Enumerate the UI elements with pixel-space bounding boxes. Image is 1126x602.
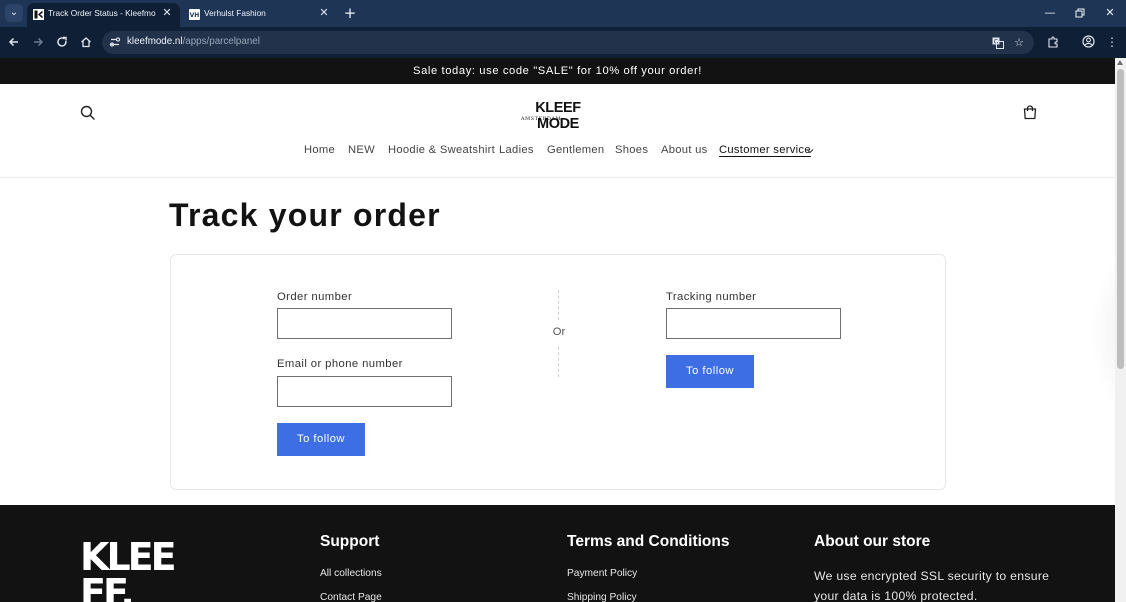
nav-home[interactable]: Home xyxy=(304,144,335,156)
track-by-tracking-button[interactable]: To follow xyxy=(666,355,754,388)
url-path: /apps/parcelpanel xyxy=(182,36,260,47)
email-phone-label: Email or phone number xyxy=(277,358,403,370)
track-order-card: Order number Email or phone number To fo… xyxy=(170,254,946,490)
site-logo-subtitle: AMSTERDAM xyxy=(520,116,562,122)
tab-title: Track Order Status - Kleefmode xyxy=(48,8,156,18)
browser-tab-strip: ⌄ Track Order Status - Kleefmode ✕ VH Ve… xyxy=(0,0,1126,27)
browser-toolbar: kleefmode.nl/apps/parcelpanel G ☆ ⋮ xyxy=(0,27,1126,58)
puzzle-icon[interactable] xyxy=(1045,34,1061,50)
separator-line-top xyxy=(558,290,559,320)
restore-icon[interactable] xyxy=(1072,5,1088,21)
tab-verhulst[interactable]: VH Verhulst Fashion ✕ xyxy=(183,3,337,27)
nav-ladies[interactable]: Ladies xyxy=(499,144,534,156)
announcement-bar: Sale today: use code "SALE" for 10% off … xyxy=(0,58,1115,84)
search-icon[interactable] xyxy=(80,105,96,121)
order-number-label: Order number xyxy=(277,291,353,303)
nav-new[interactable]: NEW xyxy=(348,144,375,156)
url-text: kleefmode.nl/apps/parcelpanel xyxy=(127,36,260,47)
cart-icon[interactable] xyxy=(1022,104,1038,120)
url-domain: kleefmode.nl xyxy=(127,36,183,47)
main-nav: Home NEW Hoodie & Sweatshirt Ladies Gent… xyxy=(0,144,1115,160)
star-icon[interactable]: ☆ xyxy=(1012,36,1026,50)
footer-heading-about-store: About our store xyxy=(814,533,931,550)
tab-track-order[interactable]: Track Order Status - Kleefmode ✕ xyxy=(27,3,180,27)
nav-shoes[interactable]: Shoes xyxy=(615,144,648,156)
page-scrollbar[interactable] xyxy=(1115,58,1126,602)
footer-link-shipping-policy[interactable]: Shipping Policy xyxy=(567,592,637,602)
tab-search-chevron-down-icon[interactable]: ⌄ xyxy=(5,4,23,22)
email-phone-input[interactable] xyxy=(277,376,452,407)
footer-heading-support: Support xyxy=(320,533,380,550)
footer-link-contact-page[interactable]: Contact Page xyxy=(320,592,382,602)
or-separator: Or xyxy=(552,326,566,338)
verhulst-favicon-icon: VH xyxy=(189,9,200,20)
reload-icon[interactable] xyxy=(54,34,70,50)
close-icon[interactable]: ✕ xyxy=(317,6,331,20)
footer-logo[interactable]: KLEE FF. xyxy=(80,538,177,602)
footer-heading-terms: Terms and Conditions xyxy=(567,533,730,550)
back-arrow-icon[interactable] xyxy=(6,34,22,50)
scrollbar-thumb[interactable] xyxy=(1117,69,1124,369)
tab-title: Verhulst Fashion xyxy=(204,8,266,18)
minimize-icon[interactable]: — xyxy=(1042,5,1058,21)
svg-text:VH: VH xyxy=(190,12,200,19)
side-shadow xyxy=(1090,238,1115,428)
translate-icon[interactable]: G xyxy=(991,36,1005,50)
window-close-icon[interactable]: ✕ xyxy=(1102,5,1118,21)
address-bar[interactable]: kleefmode.nl/apps/parcelpanel G ☆ xyxy=(102,31,1034,54)
forward-arrow-icon[interactable] xyxy=(30,34,46,50)
page-title: Track your order xyxy=(169,197,441,233)
home-icon[interactable] xyxy=(78,34,94,50)
new-tab-plus-icon[interactable]: + xyxy=(342,5,358,21)
kleefmode-favicon-icon xyxy=(33,9,44,20)
tracking-number-input[interactable] xyxy=(666,308,841,339)
web-page: Sale today: use code "SALE" for 10% off … xyxy=(0,58,1115,602)
footer-about-text: We use encrypted SSL security to ensure … xyxy=(814,569,1050,602)
chevron-down-icon[interactable] xyxy=(806,147,814,155)
nav-hoodie-sweatshirt[interactable]: Hoodie & Sweatshirt xyxy=(388,144,495,156)
nav-gentlemen[interactable]: Gentlemen xyxy=(547,144,604,156)
kebab-menu-icon[interactable]: ⋮ xyxy=(1104,34,1120,50)
scroll-up-arrow-icon[interactable] xyxy=(1117,60,1123,65)
track-by-order-button[interactable]: To follow xyxy=(277,423,365,456)
profile-icon[interactable] xyxy=(1080,34,1096,50)
site-footer: KLEE FF. Support All collections Contact… xyxy=(0,505,1115,602)
header-divider xyxy=(0,177,1115,178)
order-number-input[interactable] xyxy=(277,308,452,339)
separator-line-bottom xyxy=(558,347,559,377)
footer-link-payment-policy[interactable]: Payment Policy xyxy=(567,568,637,579)
nav-customer-service[interactable]: Customer service xyxy=(719,144,811,156)
close-icon[interactable]: ✕ xyxy=(160,6,174,20)
nav-about-us[interactable]: About us xyxy=(661,144,708,156)
tracking-number-label: Tracking number xyxy=(666,291,757,303)
site-info-icon[interactable] xyxy=(109,36,121,48)
footer-link-all-collections[interactable]: All collections xyxy=(320,568,382,579)
